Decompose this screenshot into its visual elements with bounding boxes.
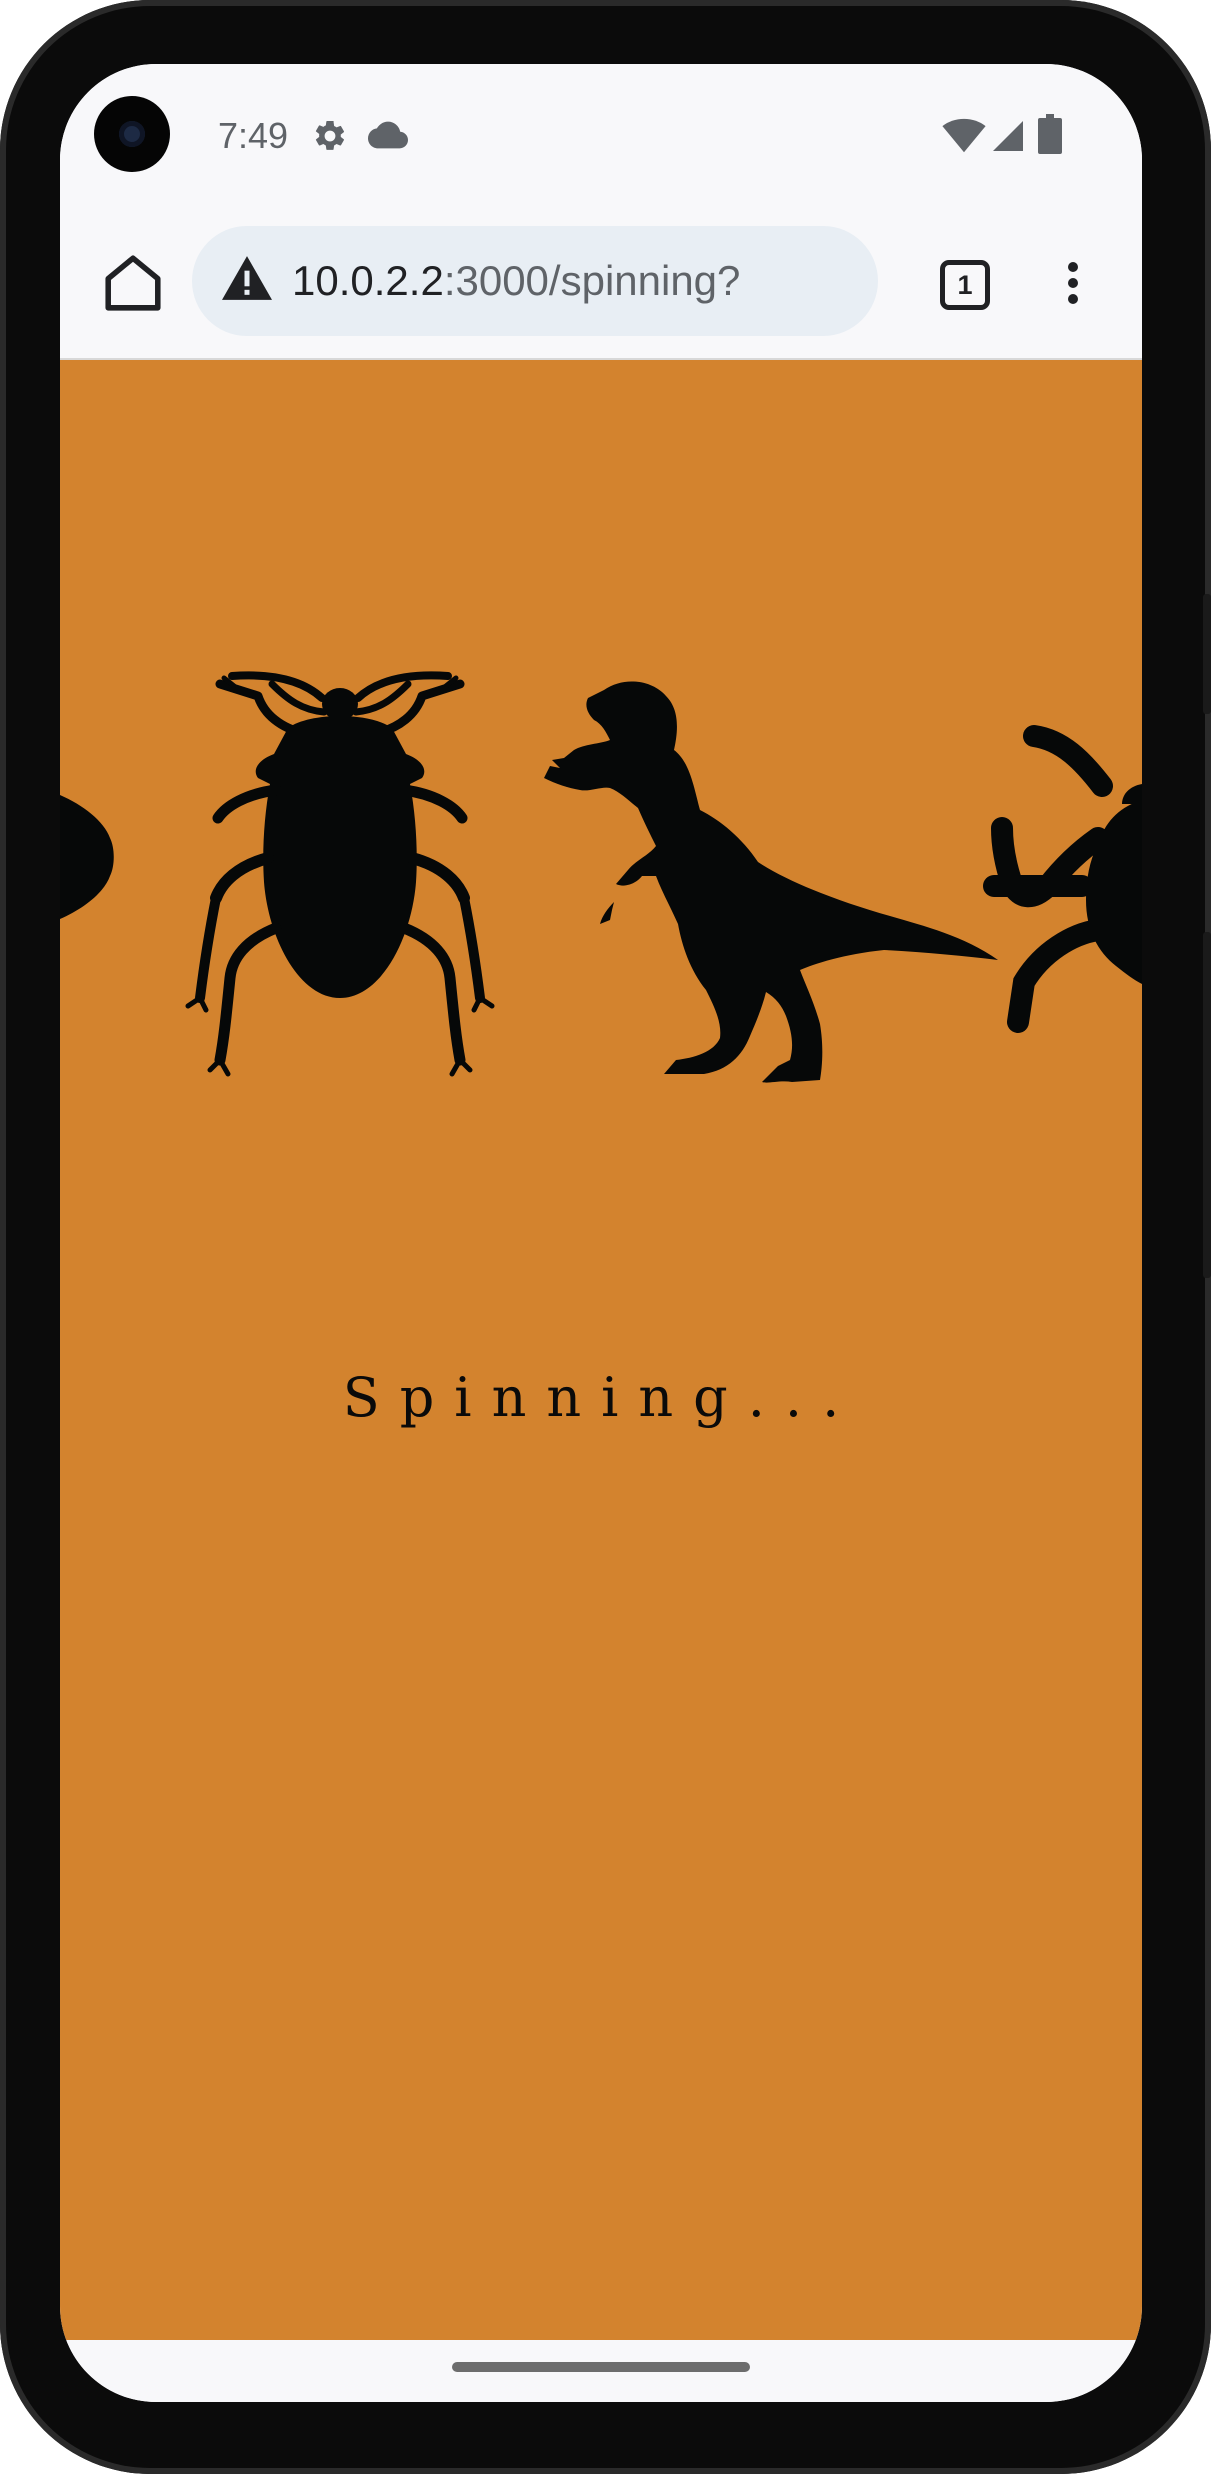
t-rex-icon bbox=[544, 681, 998, 1083]
phone-frame: 7:49 10.0.2.2:3000/spinning? 1 Spinning.… bbox=[0, 0, 1211, 2474]
fish-icon bbox=[60, 795, 114, 919]
battery-icon bbox=[1038, 114, 1062, 154]
power-button bbox=[1203, 594, 1211, 714]
home-button[interactable] bbox=[98, 248, 168, 318]
cellular-signal-icon bbox=[993, 121, 1023, 151]
front-camera bbox=[94, 96, 170, 172]
tick-icon bbox=[983, 725, 1142, 1033]
cloud-icon bbox=[368, 121, 408, 149]
wifi-icon bbox=[942, 118, 986, 153]
url-host: 10.0.2.2 bbox=[292, 257, 444, 304]
stink-bug-icon bbox=[185, 671, 495, 1077]
gesture-handle[interactable] bbox=[452, 2362, 750, 2372]
tab-switcher-button[interactable]: 1 bbox=[928, 248, 998, 318]
home-icon bbox=[105, 255, 161, 311]
gesture-nav-bar bbox=[60, 2340, 1142, 2402]
tab-count: 1 bbox=[940, 260, 990, 310]
settings-gear-icon bbox=[315, 120, 345, 150]
browser-toolbar: 10.0.2.2:3000/spinning? 1 bbox=[60, 224, 1142, 340]
loading-text: Spinning... bbox=[342, 1366, 860, 1429]
more-vert-icon[interactable] bbox=[1038, 248, 1108, 318]
device-screen: 7:49 10.0.2.2:3000/spinning? 1 Spinning.… bbox=[60, 64, 1142, 2402]
url-text[interactable]: 10.0.2.2:3000/spinning? bbox=[292, 256, 740, 306]
address-bar[interactable]: 10.0.2.2:3000/spinning? bbox=[192, 226, 878, 336]
url-path: :3000/spinning? bbox=[443, 257, 741, 304]
warning-triangle-icon[interactable] bbox=[222, 256, 272, 302]
status-bar: 7:49 bbox=[60, 64, 1142, 204]
page-content: Spinning... bbox=[60, 360, 1142, 2340]
status-time: 7:49 bbox=[218, 115, 289, 156]
volume-rocker bbox=[1203, 932, 1211, 1278]
